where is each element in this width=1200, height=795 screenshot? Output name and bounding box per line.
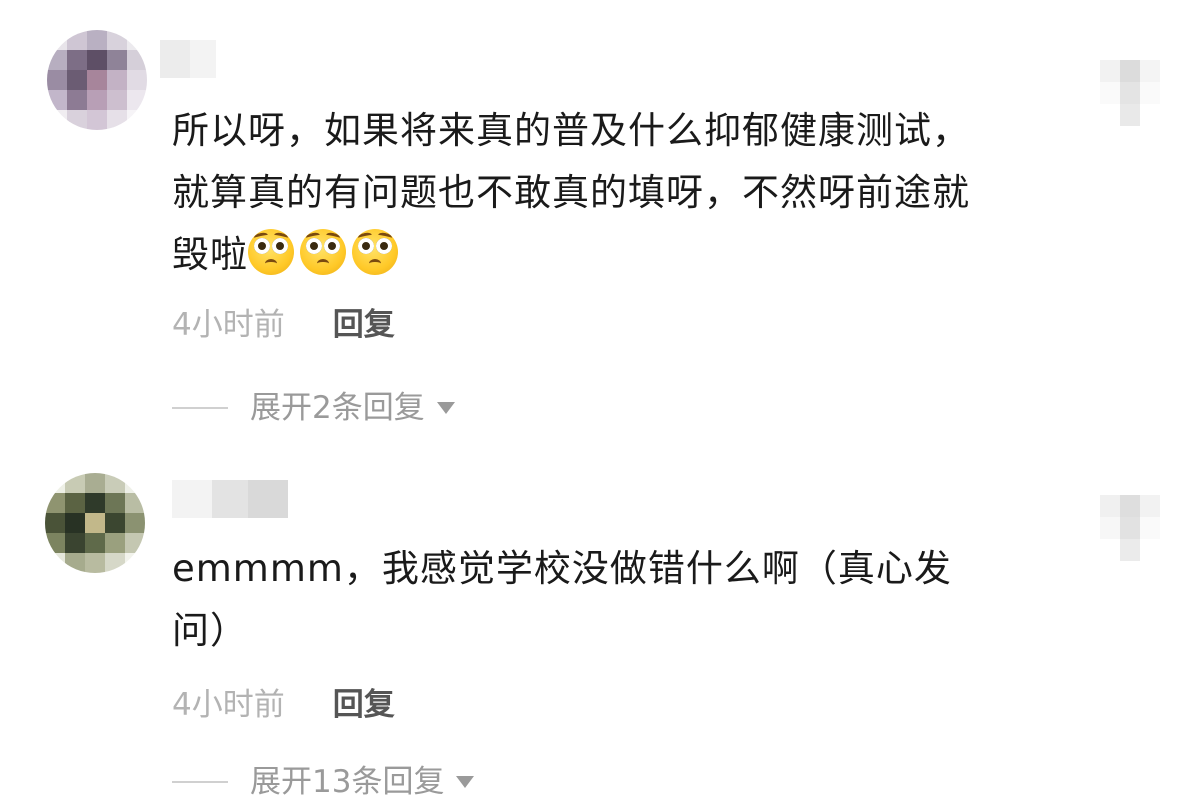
timestamp: 4小时前 — [172, 687, 285, 723]
like-button[interactable] — [1100, 60, 1160, 126]
caret-down-icon — [456, 776, 475, 788]
expand-replies-label: 展开13条回复 — [250, 764, 445, 795]
comment-text-line: 问） — [172, 609, 248, 652]
comment-text-line: 所以呀，如果将来真的普及什么抑郁健康测试， — [172, 109, 970, 152]
comment-item: emmmm，我感觉学校没做错什么啊（真心发 问） 4小时前 回复 展开13条回复 — [0, 440, 1200, 795]
comment-text: emmmm，我感觉学校没做错什么啊（真心发 问） — [172, 538, 1072, 662]
comment-meta: 4小时前 回复 — [172, 685, 395, 725]
comment-text-line: 毁啦 — [172, 224, 1072, 286]
reply-button[interactable]: 回复 — [333, 685, 395, 725]
timestamp: 4小时前 — [172, 307, 285, 343]
expand-replies-label: 展开2条回复 — [250, 390, 425, 426]
expand-replies-button[interactable]: 展开2条回复 — [172, 388, 455, 428]
username-redacted[interactable] — [160, 40, 216, 78]
comment-text-line: emmmm，我感觉学校没做错什么啊（真心发 — [172, 547, 952, 590]
expand-replies-button[interactable]: 展开13条回复 — [172, 762, 475, 795]
comment-list: 所以呀，如果将来真的普及什么抑郁健康测试， 就算真的有问题也不敢真的填呀，不然呀… — [0, 0, 1200, 795]
pleading-face-icon — [352, 229, 398, 275]
comment-text-segment: 毁啦 — [172, 233, 248, 276]
username-redacted[interactable] — [172, 480, 288, 518]
reply-button[interactable]: 回复 — [333, 305, 395, 345]
caret-down-icon — [436, 402, 455, 414]
like-button[interactable] — [1100, 495, 1160, 561]
comment-meta: 4小时前 回复 — [172, 305, 395, 345]
divider-dash — [172, 407, 228, 409]
comment-item: 所以呀，如果将来真的普及什么抑郁健康测试， 就算真的有问题也不敢真的填呀，不然呀… — [0, 0, 1200, 440]
pleading-face-icon — [300, 229, 346, 275]
avatar[interactable] — [47, 30, 147, 130]
avatar[interactable] — [45, 473, 145, 573]
divider-dash — [172, 781, 228, 783]
comment-text: 所以呀，如果将来真的普及什么抑郁健康测试， 就算真的有问题也不敢真的填呀，不然呀… — [172, 100, 1072, 286]
pleading-face-icon — [248, 229, 294, 275]
comment-text-line: 就算真的有问题也不敢真的填呀，不然呀前途就 — [172, 171, 970, 214]
